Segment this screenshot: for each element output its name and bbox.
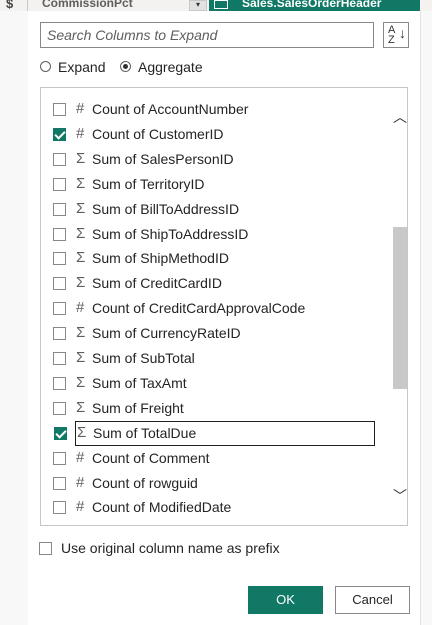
sigma-icon: Σ: [76, 224, 86, 242]
vertical-scrollbar[interactable]: ︿ ﹀: [392, 88, 407, 525]
sort-arrow-icon: ↓: [399, 25, 406, 41]
hash-icon: #: [76, 473, 85, 491]
column-item-label: Count of AccountNumber: [92, 101, 249, 117]
sigma-icon: Σ: [76, 149, 86, 167]
column-list-item[interactable]: Σ Sum of CreditCardID: [41, 271, 391, 296]
sigma-icon: Σ: [77, 423, 87, 441]
column-filter-dropdown-icon[interactable]: ▾: [189, 0, 207, 11]
column-item-label: Sum of Freight: [92, 399, 184, 416]
column-header-table-label: Sales.SalesOrderHeader: [242, 0, 382, 10]
hash-icon: #: [76, 448, 85, 466]
column-list-item[interactable]: Σ Sum of TerritoryID: [41, 172, 391, 197]
column-item-label: Sum of SalesPersonID: [92, 150, 234, 167]
column-item-label: Count of ModifiedDate: [92, 499, 232, 516]
column-item-label: Sum of TaxAmt: [92, 374, 187, 391]
column-checkbox[interactable]: [53, 476, 66, 490]
column-checkbox[interactable]: [53, 227, 66, 241]
expand-aggregate-popup: Search Columns to Expand A Z ↓ Expand Ag…: [28, 11, 420, 625]
column-list-item[interactable]: Σ Sum of BillToAddressID: [41, 197, 391, 222]
column-list-item[interactable]: # Count of rowguid: [41, 471, 391, 496]
column-item-label: Sum of ShipMethodID: [92, 250, 229, 267]
column-list-item[interactable]: # Count of AccountNumber: [41, 97, 391, 122]
column-list-item[interactable]: Σ Sum of ShipMethodID: [41, 246, 391, 271]
ok-button[interactable]: OK: [248, 586, 323, 614]
sigma-icon: Σ: [76, 274, 86, 292]
column-item-label: Sum of CreditCardID: [92, 275, 222, 292]
column-item-label: Sum of CurrencyRateID: [92, 325, 241, 342]
column-list-item[interactable]: Σ Sum of ShipToAddressID: [41, 222, 391, 247]
search-columns-input[interactable]: Search Columns to Expand: [40, 22, 374, 48]
sigma-icon: Σ: [76, 373, 86, 391]
sort-za-glyph: Z: [388, 34, 395, 46]
column-list-item[interactable]: Σ Sum of TotalDue: [54, 420, 375, 446]
expand-radio-label[interactable]: Expand: [58, 59, 105, 75]
column-checkbox[interactable]: [53, 451, 66, 465]
column-header-salesorderheader[interactable]: Sales.SalesOrderHeader: [209, 0, 420, 11]
column-list-item[interactable]: # Count of ModifiedDate: [41, 495, 391, 520]
column-checkbox[interactable]: [53, 103, 66, 116]
cancel-button[interactable]: Cancel: [335, 586, 410, 614]
column-checkbox[interactable]: [53, 127, 66, 141]
column-checkbox[interactable]: [54, 426, 67, 440]
column-item-label: Count of Comment: [92, 449, 210, 466]
column-checkbox[interactable]: [53, 177, 66, 191]
column-item-label: Sum of TerritoryID: [92, 175, 205, 192]
column-list-item[interactable]: Σ Sum of SalesPersonID: [41, 147, 391, 172]
currency-type-icon[interactable]: $: [6, 0, 13, 11]
column-item-label: Sum of ShipToAddressID: [92, 225, 249, 242]
column-list-item[interactable]: # Count of Comment: [41, 446, 391, 471]
column-checkbox[interactable]: [53, 152, 66, 166]
column-item-label: Count of CustomerID: [92, 125, 224, 142]
chevron-up-icon[interactable]: ︿: [392, 108, 407, 126]
column-list-item[interactable]: # Count of CreditCardApprovalCode: [41, 296, 391, 321]
column-list-item[interactable]: Σ Sum of Freight: [41, 396, 391, 421]
chevron-down-icon[interactable]: ﹀: [392, 487, 407, 505]
column-checkbox[interactable]: [53, 277, 66, 291]
sigma-icon: Σ: [76, 324, 86, 342]
column-checkbox[interactable]: [53, 352, 66, 365]
column-checkbox[interactable]: [53, 202, 66, 216]
grid-left-area: [0, 11, 29, 625]
sigma-icon: Σ: [76, 249, 86, 267]
column-header-commissionpct[interactable]: CommissionPct: [27, 0, 188, 11]
hash-icon: #: [76, 100, 85, 117]
column-item-label: Count of rowguid: [92, 474, 198, 491]
column-checkbox[interactable]: [53, 401, 66, 415]
columns-list: # Count of AccountNumber # Count of Custome…: [40, 87, 408, 526]
prefix-checkbox-label[interactable]: Use original column name as prefix: [61, 540, 280, 556]
sigma-icon: Σ: [76, 199, 86, 217]
aggregate-radio[interactable]: [120, 61, 131, 72]
column-item-label: Sum of TotalDue: [93, 424, 197, 441]
column-item-label: Sum of BillToAddressID: [92, 200, 240, 217]
expand-radio[interactable]: [40, 61, 51, 72]
column-checkbox[interactable]: [53, 252, 66, 266]
aggregate-radio-label[interactable]: Aggregate: [138, 59, 203, 75]
column-list-item[interactable]: Σ Sum of TaxAmt: [41, 371, 391, 396]
sigma-icon: Σ: [76, 398, 86, 416]
column-list-item[interactable]: # Count of CustomerID: [41, 122, 391, 147]
column-list-item[interactable]: Σ Sum of SubTotal: [41, 346, 391, 371]
hash-icon: #: [76, 498, 85, 516]
column-list-item[interactable]: Σ Sum of CurrencyRateID: [41, 321, 391, 346]
sort-az-button[interactable]: A Z ↓: [383, 22, 409, 48]
table-icon: [214, 0, 228, 9]
scroll-thumb[interactable]: [393, 227, 407, 389]
column-item-label: Sum of SubTotal: [92, 350, 195, 366]
column-checkbox[interactable]: [53, 302, 66, 316]
column-checkbox[interactable]: [53, 327, 66, 341]
column-item-label: Count of CreditCardApprovalCode: [92, 300, 306, 317]
sigma-icon: Σ: [76, 349, 86, 366]
hash-icon: #: [76, 299, 85, 317]
column-header-label: CommissionPct: [42, 0, 133, 10]
hash-icon: #: [76, 124, 85, 142]
prefix-checkbox[interactable]: [39, 542, 52, 555]
column-checkbox[interactable]: [53, 501, 66, 515]
sigma-icon: Σ: [76, 174, 86, 192]
column-checkbox[interactable]: [53, 376, 66, 390]
grid-right-area: [420, 11, 432, 625]
